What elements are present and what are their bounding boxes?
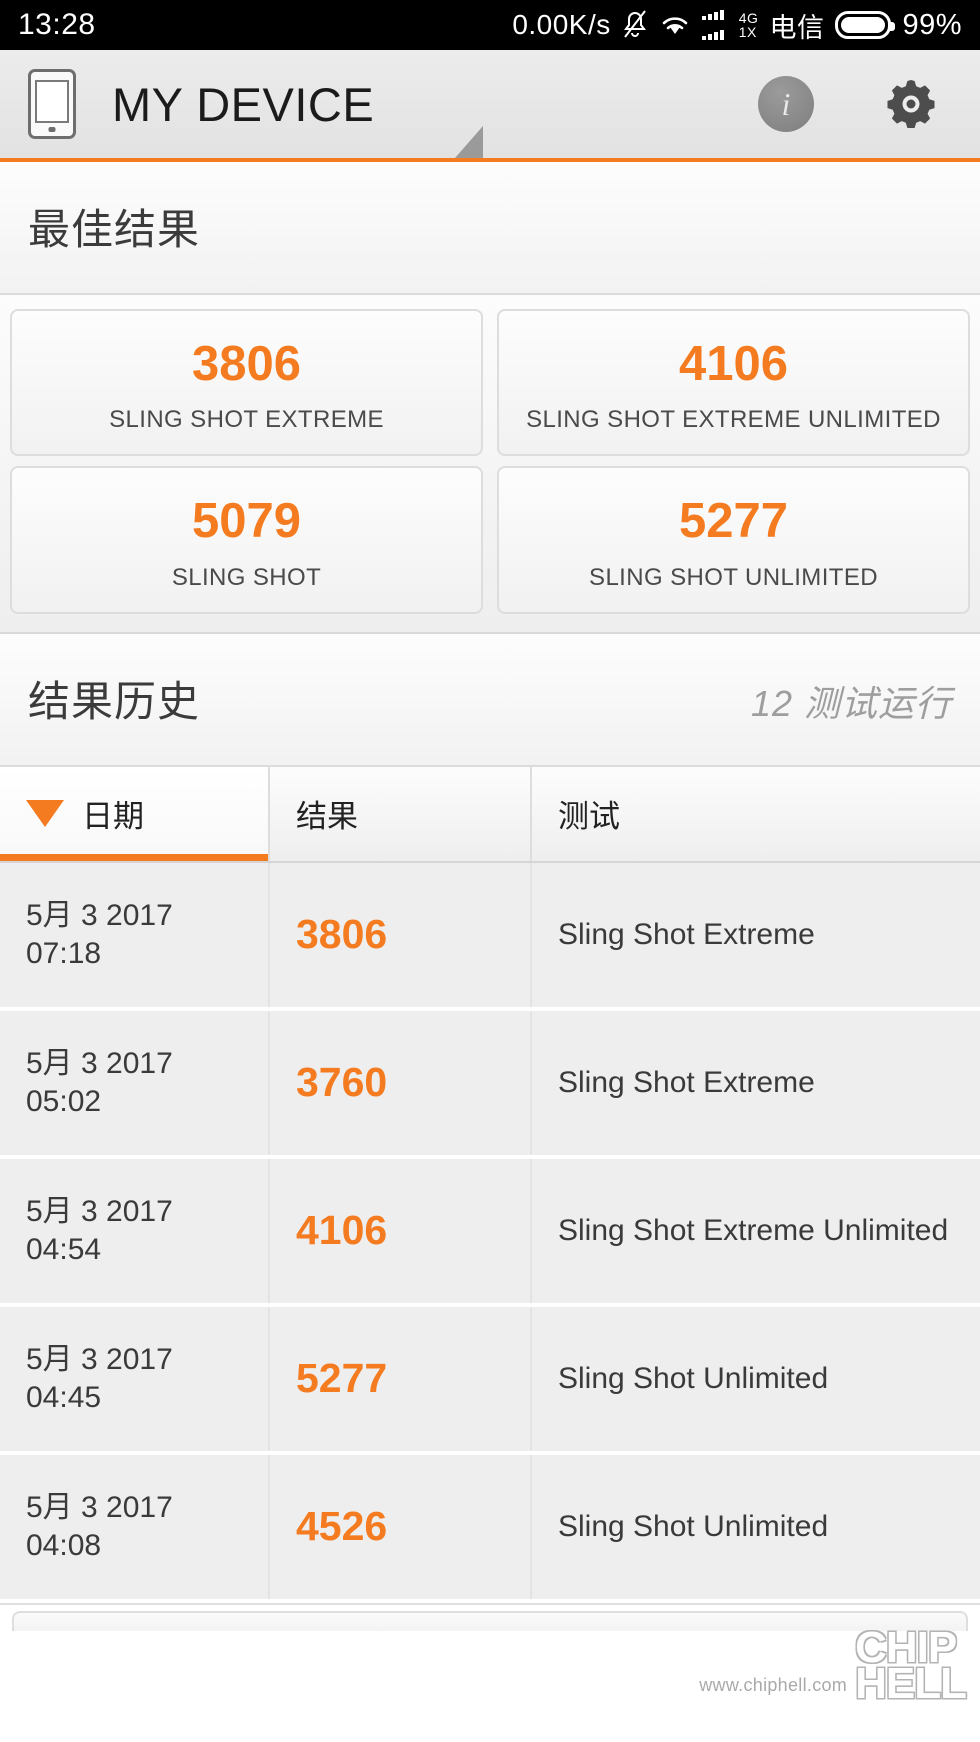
bell-muted-icon (622, 10, 648, 40)
table-row[interactable]: 5月 3 2017 04:54 4106 Sling Shot Extreme … (0, 1158, 980, 1307)
row-test-name: Sling Shot Extreme (558, 1066, 815, 1100)
wifi-icon (659, 12, 691, 38)
row-result-cell: 3760 (270, 1010, 532, 1155)
row-result: 5277 (296, 1355, 388, 1402)
row-result-cell: 4526 (270, 1454, 532, 1599)
row-test-name: Sling Shot Extreme Unlimited (558, 1214, 949, 1248)
table-row[interactable]: 5月 3 2017 04:08 4526 Sling Shot Unlimite… (0, 1454, 980, 1603)
result-history-table: 日期 结果 测试 5月 3 2017 07:18 3806 Sling Shot… (0, 766, 980, 1603)
row-date-cell: 5月 3 2017 04:54 (0, 1158, 270, 1303)
device-phone-icon[interactable] (28, 69, 76, 139)
best-result-card[interactable]: 5079 SLING SHOT (10, 466, 483, 614)
row-time: 07:18 (26, 936, 102, 970)
best-results-title: 最佳结果 (28, 206, 201, 253)
row-date-cell: 5月 3 2017 04:45 (0, 1306, 270, 1451)
best-result-card[interactable]: 5277 SLING SHOT UNLIMITED (497, 466, 970, 614)
row-date: 5月 3 2017 (26, 1343, 173, 1377)
row-time: 05:02 (26, 1084, 102, 1118)
signal-bars-icon (701, 9, 736, 41)
status-bar: 13:28 0.00K/s 4G 1X 电信 99% (0, 0, 980, 50)
battery-icon (835, 11, 896, 39)
row-result-cell: 4106 (270, 1158, 532, 1303)
signal-indicator: 4G 1X (701, 9, 759, 41)
column-header-test[interactable]: 测试 (532, 767, 980, 861)
status-bar-clock: 13:28 (18, 8, 96, 41)
watermark-logo-line1: CHIP (855, 1622, 957, 1672)
table-header-row: 日期 结果 测试 (0, 766, 980, 863)
column-header-result-label: 结果 (296, 799, 358, 835)
watermark-logo: CHIP HELL (855, 1622, 967, 1708)
row-date: 5月 3 2017 (26, 1491, 173, 1525)
watermark-logo-line2: HELL (855, 1658, 967, 1708)
gear-icon[interactable] (880, 73, 942, 135)
row-result-cell: 3806 (270, 862, 532, 1007)
row-date: 5月 3 2017 (26, 899, 173, 933)
best-result-score: 5277 (678, 494, 788, 549)
table-row[interactable]: 5月 3 2017 07:18 3806 Sling Shot Extreme (0, 862, 980, 1011)
best-result-label: SLING SHOT EXTREME UNLIMITED (526, 406, 941, 434)
row-time: 04:08 (26, 1528, 102, 1562)
app-bar: MY DEVICE i (0, 50, 980, 162)
row-result: 3760 (296, 1059, 388, 1106)
best-result-card[interactable]: 3806 SLING SHOT EXTREME (10, 309, 483, 457)
result-history-title: 结果历史 (28, 677, 201, 725)
best-result-score: 4106 (678, 337, 788, 391)
battery-percent-label: 99% (902, 8, 962, 41)
best-result-label: SLING SHOT EXTREME (109, 406, 384, 434)
row-test-cell: Sling Shot Unlimited (532, 1307, 980, 1451)
best-results-header: 最佳结果 (0, 162, 980, 295)
caret-down-icon (26, 800, 64, 828)
network-type-primary: 4G (738, 10, 759, 26)
best-result-score: 5079 (191, 494, 301, 549)
row-date: 5月 3 2017 (26, 1047, 173, 1081)
row-time: 04:54 (26, 1232, 102, 1266)
row-time: 04:45 (26, 1380, 102, 1414)
best-result-score: 3806 (191, 337, 301, 391)
row-result-cell: 5277 (270, 1306, 532, 1451)
row-date-cell: 5月 3 2017 04:08 (0, 1454, 270, 1599)
test-runs-count: 12 测试运行 (750, 682, 952, 724)
table-row[interactable]: 5月 3 2017 05:02 3760 Sling Shot Extreme (0, 1010, 980, 1159)
watermark-url: www.chiphell.com (699, 1675, 848, 1695)
network-speed-label: 0.00K/s (512, 9, 611, 40)
best-result-label: SLING SHOT UNLIMITED (589, 563, 878, 591)
best-results-cards: 3806 SLING SHOT EXTREME 4106 SLING SHOT … (0, 295, 980, 634)
row-test-cell: Sling Shot Extreme Unlimited (532, 1159, 980, 1303)
row-result: 4106 (296, 1207, 388, 1254)
column-header-result[interactable]: 结果 (270, 766, 532, 861)
best-result-card[interactable]: 4106 SLING SHOT EXTREME UNLIMITED (497, 309, 970, 457)
column-header-date[interactable]: 日期 (0, 766, 270, 861)
row-test-name: Sling Shot Unlimited (558, 1362, 829, 1396)
watermark: www.chiphell.com CHIP HELL (699, 1622, 967, 1708)
next-row-peek (0, 1602, 980, 1631)
row-date: 5月 3 2017 (26, 1195, 173, 1229)
network-type-secondary: 1X (738, 24, 757, 40)
row-test-name: Sling Shot Extreme (558, 918, 815, 952)
column-header-test-label: 测试 (558, 799, 620, 835)
row-test-cell: Sling Shot Extreme (532, 863, 980, 1007)
row-date-cell: 5月 3 2017 07:18 (0, 862, 270, 1007)
info-icon[interactable]: i (758, 76, 814, 132)
row-test-cell: Sling Shot Unlimited (532, 1455, 980, 1599)
result-history-header: 结果历史 12 测试运行 (0, 633, 980, 767)
best-result-label: SLING SHOT (171, 563, 322, 591)
column-header-date-label: 日期 (82, 799, 144, 835)
row-date-cell: 5月 3 2017 05:02 (0, 1010, 270, 1155)
tab-selected-marker (455, 126, 483, 158)
row-result: 3806 (296, 911, 388, 958)
row-test-name: Sling Shot Unlimited (558, 1510, 829, 1544)
row-result: 4526 (296, 1503, 388, 1550)
carrier-label: 电信 (769, 12, 825, 43)
table-row[interactable]: 5月 3 2017 04:45 5277 Sling Shot Unlimite… (0, 1306, 980, 1455)
page-title: MY DEVICE (112, 77, 375, 131)
row-test-cell: Sling Shot Extreme (532, 1011, 980, 1155)
